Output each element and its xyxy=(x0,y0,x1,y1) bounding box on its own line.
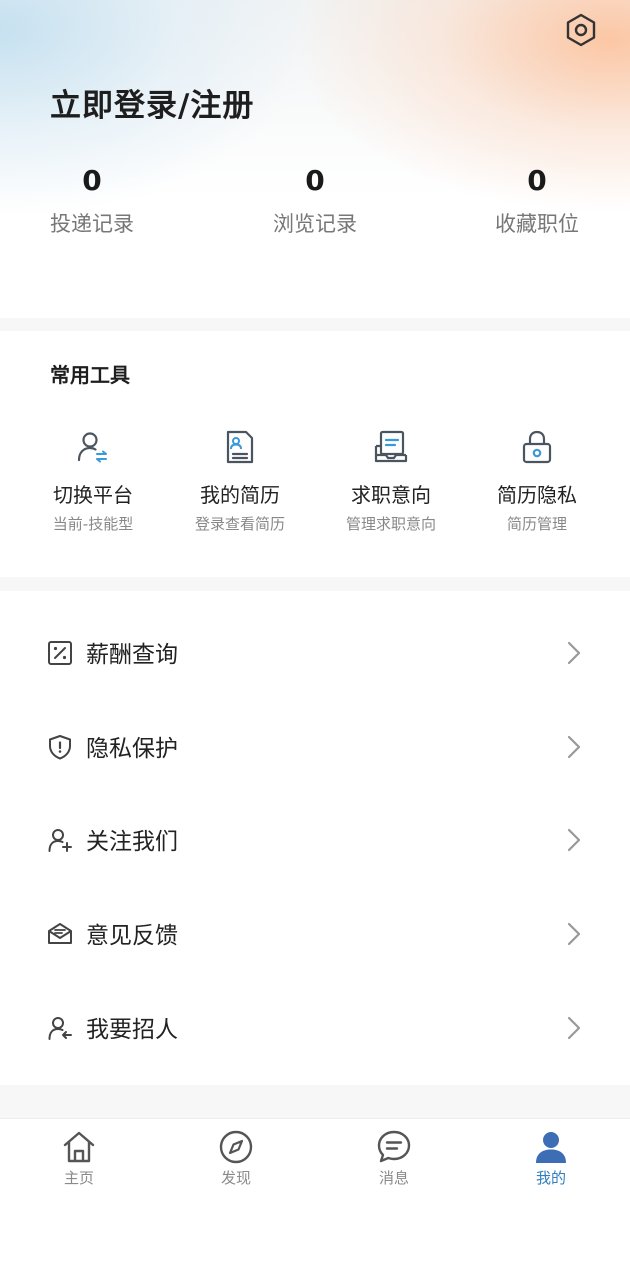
stat-favorites[interactable]: 0 收藏职位 xyxy=(447,160,627,238)
profile-header: 立即登录/注册 0 投递记录 0 浏览记录 0 收藏职位 xyxy=(0,0,630,318)
tab-label: 我的 xyxy=(535,1169,566,1187)
tab-messages[interactable]: 消息 xyxy=(344,1129,444,1188)
login-register-link[interactable]: 立即登录/注册 xyxy=(50,80,254,125)
tool-resume-privacy[interactable]: 简历隐私 简历管理 xyxy=(462,429,612,534)
tool-name: 求职意向 xyxy=(351,483,431,507)
job-intent-icon xyxy=(374,430,408,463)
chevron-right-icon xyxy=(567,641,581,665)
stat-value: 0 xyxy=(305,164,325,197)
tab-profile[interactable]: 我的 xyxy=(501,1129,601,1188)
menu-item-recruit[interactable]: 我要招人 xyxy=(0,979,630,1073)
chevron-right-icon xyxy=(567,1016,581,1040)
compass-icon xyxy=(219,1130,253,1164)
menu-label: 我要招人 xyxy=(86,1017,178,1043)
tool-name: 简历隐私 xyxy=(497,483,577,507)
hexagon-gear-icon xyxy=(566,13,596,47)
switch-user-icon xyxy=(77,432,107,463)
stat-value: 0 xyxy=(82,164,102,197)
menu-item-privacy-protection[interactable]: 隐私保护 xyxy=(0,698,630,792)
stat-applications[interactable]: 0 投递记录 xyxy=(2,160,182,238)
chevron-right-icon xyxy=(567,735,581,759)
menu-label: 关注我们 xyxy=(86,829,178,855)
section-title: 常用工具 xyxy=(50,363,130,387)
tool-subtitle: 登录查看简历 xyxy=(194,515,285,533)
stat-label: 投递记录 xyxy=(50,212,134,236)
chevron-right-icon xyxy=(567,828,581,852)
tool-job-intent[interactable]: 求职意向 管理求职意向 xyxy=(316,429,466,534)
lock-icon xyxy=(522,430,552,464)
stat-label: 浏览记录 xyxy=(273,212,357,236)
resume-icon xyxy=(226,430,254,464)
tool-my-resume[interactable]: 我的简历 登录查看简历 xyxy=(165,429,315,534)
menu-label: 隐私保护 xyxy=(86,736,178,762)
message-icon xyxy=(377,1130,411,1163)
menu-item-follow-us[interactable]: 关注我们 xyxy=(0,791,630,885)
tool-name: 切换平台 xyxy=(53,483,133,507)
tool-name: 我的简历 xyxy=(200,483,280,507)
tool-switch-platform[interactable]: 切换平台 当前-技能型 xyxy=(18,429,168,534)
salary-icon xyxy=(48,641,72,665)
chevron-right-icon xyxy=(567,922,581,946)
bottom-tab-bar: 主页 发现 消息 我的 xyxy=(0,1118,630,1280)
menu-label: 意见反馈 xyxy=(86,923,178,949)
menu-item-salary-query[interactable]: 薪酬查询 xyxy=(0,604,630,698)
tool-subtitle: 当前-技能型 xyxy=(52,515,134,533)
common-tools-section: 常用工具 切换平台 当前-技能型 我的简历 登录查看简历 求职意向 管理求职意向 xyxy=(0,331,630,577)
tab-label: 发现 xyxy=(220,1169,251,1187)
settings-button[interactable] xyxy=(561,10,601,50)
menu-label: 薪酬查询 xyxy=(86,642,178,668)
recruit-user-icon xyxy=(48,1017,72,1040)
tab-discover[interactable]: 发现 xyxy=(186,1129,286,1188)
stat-label: 收藏职位 xyxy=(495,212,579,236)
stat-value: 0 xyxy=(527,164,547,197)
profile-icon xyxy=(536,1132,566,1163)
tool-subtitle: 管理求职意向 xyxy=(345,515,436,533)
menu-item-feedback[interactable]: 意见反馈 xyxy=(0,885,630,979)
follow-user-icon xyxy=(48,829,72,852)
settings-menu: 薪酬查询 隐私保护 关注我们 意见反馈 我要招人 xyxy=(0,591,630,1085)
feedback-mail-icon xyxy=(48,923,72,944)
stat-browsing[interactable]: 0 浏览记录 xyxy=(225,160,405,238)
home-icon xyxy=(63,1131,95,1163)
shield-icon xyxy=(49,735,71,760)
tab-home[interactable]: 主页 xyxy=(29,1129,129,1188)
tab-label: 消息 xyxy=(378,1169,409,1187)
tab-label: 主页 xyxy=(63,1169,94,1187)
tool-subtitle: 简历管理 xyxy=(506,515,567,533)
